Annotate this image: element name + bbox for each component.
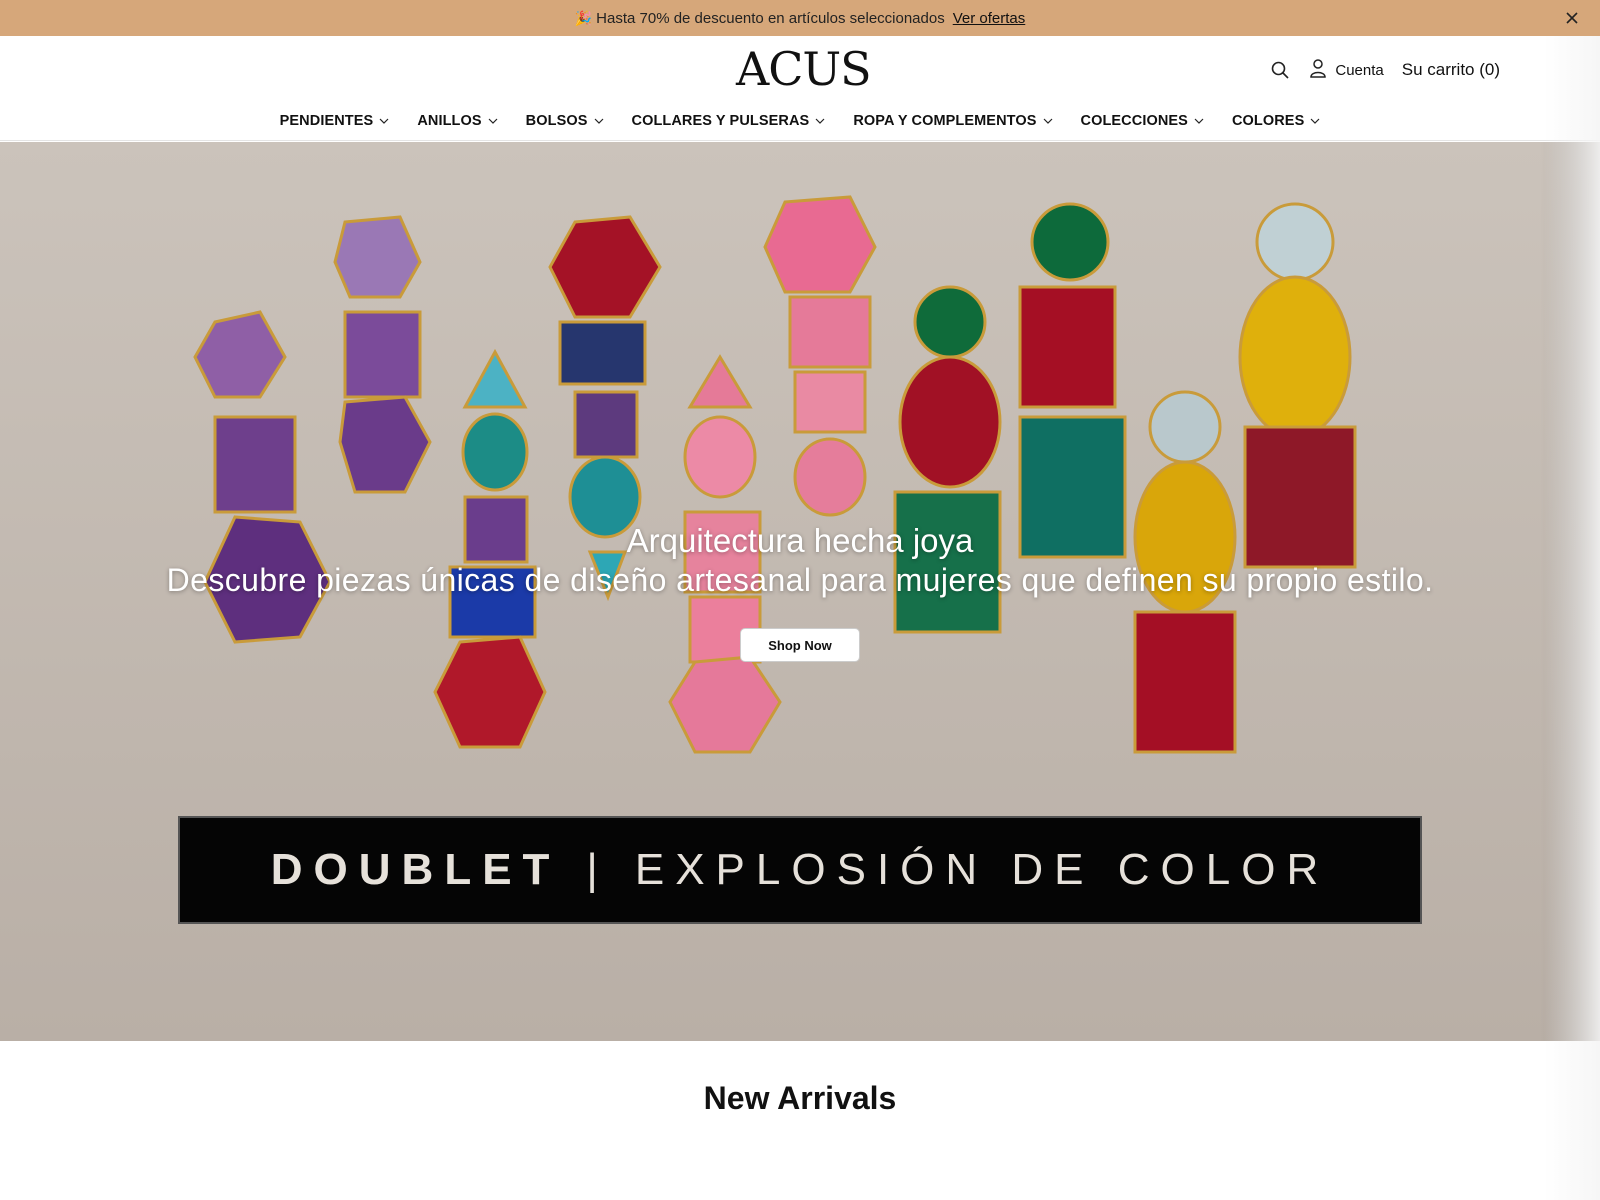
nav-label: PENDIENTES xyxy=(279,113,374,129)
nav-label: COLECCIONES xyxy=(1080,113,1188,129)
nav-item-ropa-complementos[interactable]: ROPA Y COMPLEMENTOS xyxy=(853,106,1052,136)
brand-logo[interactable]: ACUS xyxy=(736,44,872,94)
chevron-down-icon xyxy=(1043,118,1052,124)
hero-section: Arquitectura hecha joya Descubre piezas … xyxy=(0,142,1600,1041)
cart-link[interactable]: Su carrito (0) xyxy=(1402,60,1500,80)
account-label: Cuenta xyxy=(1335,61,1384,79)
chevron-down-icon xyxy=(379,118,389,124)
close-icon[interactable] xyxy=(1562,8,1582,28)
nav-label: ROPA Y COMPLEMENTOS xyxy=(853,113,1037,129)
new-arrivals-title: New Arrivals xyxy=(703,1080,897,1116)
nav-item-collares-pulseras[interactable]: COLLARES Y PULSERAS xyxy=(632,106,826,136)
nav-item-colores[interactable]: COLORES xyxy=(1232,106,1320,136)
chevron-down-icon xyxy=(594,118,603,124)
party-popper-icon: 🎉 xyxy=(574,9,593,26)
account-link[interactable]: Cuenta xyxy=(1309,58,1384,82)
nav-label: COLLARES Y PULSERAS xyxy=(631,113,810,129)
chevron-down-icon xyxy=(1310,118,1320,124)
nav-label: ANILLOS xyxy=(417,113,482,129)
header-actions: Cuenta Su carrito (0) xyxy=(1269,56,1500,84)
chevron-down-icon xyxy=(815,118,825,124)
nav-item-pendientes[interactable]: PENDIENTES xyxy=(280,106,390,136)
chevron-down-icon xyxy=(1194,118,1204,124)
nav-item-anillos[interactable]: ANILLOS xyxy=(417,106,498,136)
site-header: ACUS Cuenta Su carrito (0) PENDIENTES AN… xyxy=(0,36,1600,141)
banner-collection-name: DOUBLET xyxy=(270,845,561,894)
collection-banner[interactable]: DOUBLET | EXPLOSIÓN DE COLOR xyxy=(178,816,1422,924)
announcement-bar: 🎉 Hasta 70% de descuento en artículos se… xyxy=(0,0,1600,36)
user-icon xyxy=(1309,58,1327,82)
nav-item-colecciones[interactable]: COLECCIONES xyxy=(1081,106,1204,136)
nav-item-bolsos[interactable]: BOLSOS xyxy=(526,106,604,136)
banner-separator: | xyxy=(586,845,609,894)
nav-label: BOLSOS xyxy=(525,113,588,129)
banner-tagline: EXPLOSIÓN DE COLOR xyxy=(634,845,1330,894)
view-offers-link[interactable]: Ver ofertas xyxy=(953,10,1026,27)
chevron-down-icon xyxy=(488,118,498,124)
hero-title: Arquitectura hecha joya xyxy=(626,522,974,559)
hero-subtitle: Descubre piezas únicas de diseño artesan… xyxy=(166,562,1434,598)
nav-label: COLORES xyxy=(1231,113,1305,129)
announcement-text: Hasta 70% de descuento en artículos sele… xyxy=(596,9,945,27)
shop-now-button[interactable]: Shop Now xyxy=(740,628,860,662)
search-icon[interactable] xyxy=(1269,59,1291,81)
main-navigation: PENDIENTES ANILLOS BOLSOS COLLARES Y PUL… xyxy=(0,106,1600,136)
